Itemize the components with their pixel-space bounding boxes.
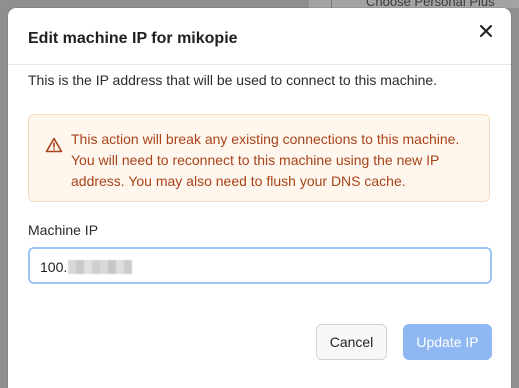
machine-ip-input[interactable]: [28, 247, 492, 284]
background-divider: [331, 0, 332, 8]
close-button[interactable]: [477, 22, 495, 40]
warning-triangle-icon: [45, 137, 63, 153]
warning-callout: This action will break any existing conn…: [28, 114, 490, 202]
update-ip-button[interactable]: Update IP: [403, 324, 492, 360]
close-icon: [480, 25, 492, 37]
machine-ip-label: Machine IP: [28, 222, 99, 238]
edit-ip-dialog: Edit machine IP for mikopie This is the …: [8, 8, 511, 388]
cancel-button[interactable]: Cancel: [316, 324, 387, 360]
warning-text: This action will break any existing conn…: [71, 131, 460, 189]
dialog-description: This is the IP address that will be used…: [28, 72, 438, 88]
title-divider: [8, 64, 511, 65]
dialog-title: Edit machine IP for mikopie: [28, 30, 238, 47]
